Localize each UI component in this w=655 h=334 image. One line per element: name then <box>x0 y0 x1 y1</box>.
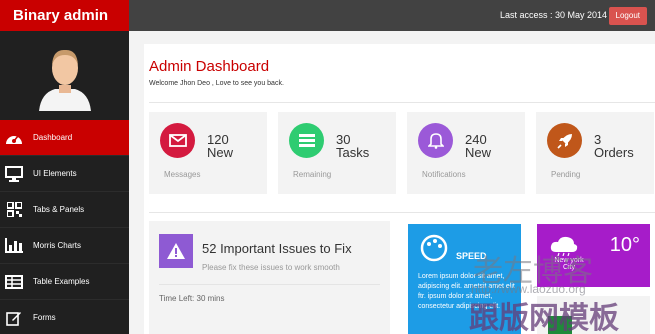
stat-card-orders[interactable]: 3 Orders Pending <box>536 112 654 194</box>
desktop-icon <box>4 165 24 183</box>
sidebar: Dashboard UI Elements Tabs & Panels Morr… <box>0 31 129 334</box>
issues-title: 52 Important Issues to Fix <box>202 241 352 256</box>
sidebar-item-label: UI Elements <box>33 169 77 178</box>
rocket-icon <box>547 123 582 158</box>
stat-caption: Remaining <box>293 170 332 179</box>
sidebar-item-label: Morris Charts <box>33 241 82 250</box>
stat-caption: Notifications <box>422 170 466 179</box>
time-left-text: Time Left: 30 mins <box>159 294 225 303</box>
brand-logo[interactable]: Binary admin <box>0 0 129 31</box>
sidebar-item-table-examples[interactable]: Table Examples <box>0 264 129 300</box>
last-access-text: Last access : 30 May 2014 <box>499 10 607 20</box>
palette-icon <box>420 234 448 262</box>
stat-value: 120 New <box>207 132 234 160</box>
stat-value: 30 Tasks <box>336 132 370 160</box>
bar-chart-icon <box>4 237 24 255</box>
page-title: Admin Dashboard <box>149 58 270 75</box>
stat-caption: Messages <box>164 170 201 179</box>
user-avatar-area <box>0 31 129 120</box>
sidebar-item-label: Tabs & Panels <box>33 205 85 214</box>
top-navbar: Binary admin Last access : 30 May 2014 L… <box>0 0 655 31</box>
stat-caption: Pending <box>551 170 581 179</box>
bell-icon <box>418 123 453 158</box>
warning-icon <box>159 234 193 268</box>
table-icon <box>4 273 24 291</box>
bars-icon <box>289 123 324 158</box>
divider <box>149 212 655 213</box>
sidebar-item-forms[interactable]: Forms <box>0 300 129 334</box>
divider <box>159 284 380 285</box>
stat-value: 240 New <box>465 132 492 160</box>
logout-button[interactable]: Logout <box>608 7 647 25</box>
stat-card-tasks[interactable]: 30 Tasks Remaining <box>278 112 396 194</box>
issues-subtitle: Please fix these issues to work smooth <box>202 263 340 272</box>
dashboard-icon <box>4 129 24 147</box>
stat-card-notifications[interactable]: 240 New Notifications <box>407 112 525 194</box>
sidebar-item-label: Dashboard <box>33 133 73 142</box>
sidebar-item-label: Forms <box>33 313 56 322</box>
stat-card-messages[interactable]: 120 New Messages <box>149 112 267 194</box>
watermark-logo: 跟版网模板 <box>469 301 619 334</box>
qrcode-icon <box>4 201 24 219</box>
edit-icon <box>4 309 24 327</box>
sidebar-item-ui-elements[interactable]: UI Elements <box>0 156 129 192</box>
welcome-text: Welcome Jhon Deo , Love to see you back. <box>149 80 284 87</box>
issues-panel: 52 Important Issues to Fix Please fix th… <box>149 221 390 334</box>
sidebar-item-label: Table Examples <box>33 277 90 286</box>
stat-value: 3 Orders <box>594 132 634 160</box>
envelope-icon <box>160 123 195 158</box>
sidebar-item-dashboard[interactable]: Dashboard <box>0 120 129 156</box>
user-avatar <box>39 49 91 111</box>
temperature-value: 10° <box>609 234 640 256</box>
divider <box>149 102 655 103</box>
sidebar-item-morris-charts[interactable]: Morris Charts <box>0 228 129 264</box>
sidebar-item-tabs-panels[interactable]: Tabs & Panels <box>0 192 129 228</box>
